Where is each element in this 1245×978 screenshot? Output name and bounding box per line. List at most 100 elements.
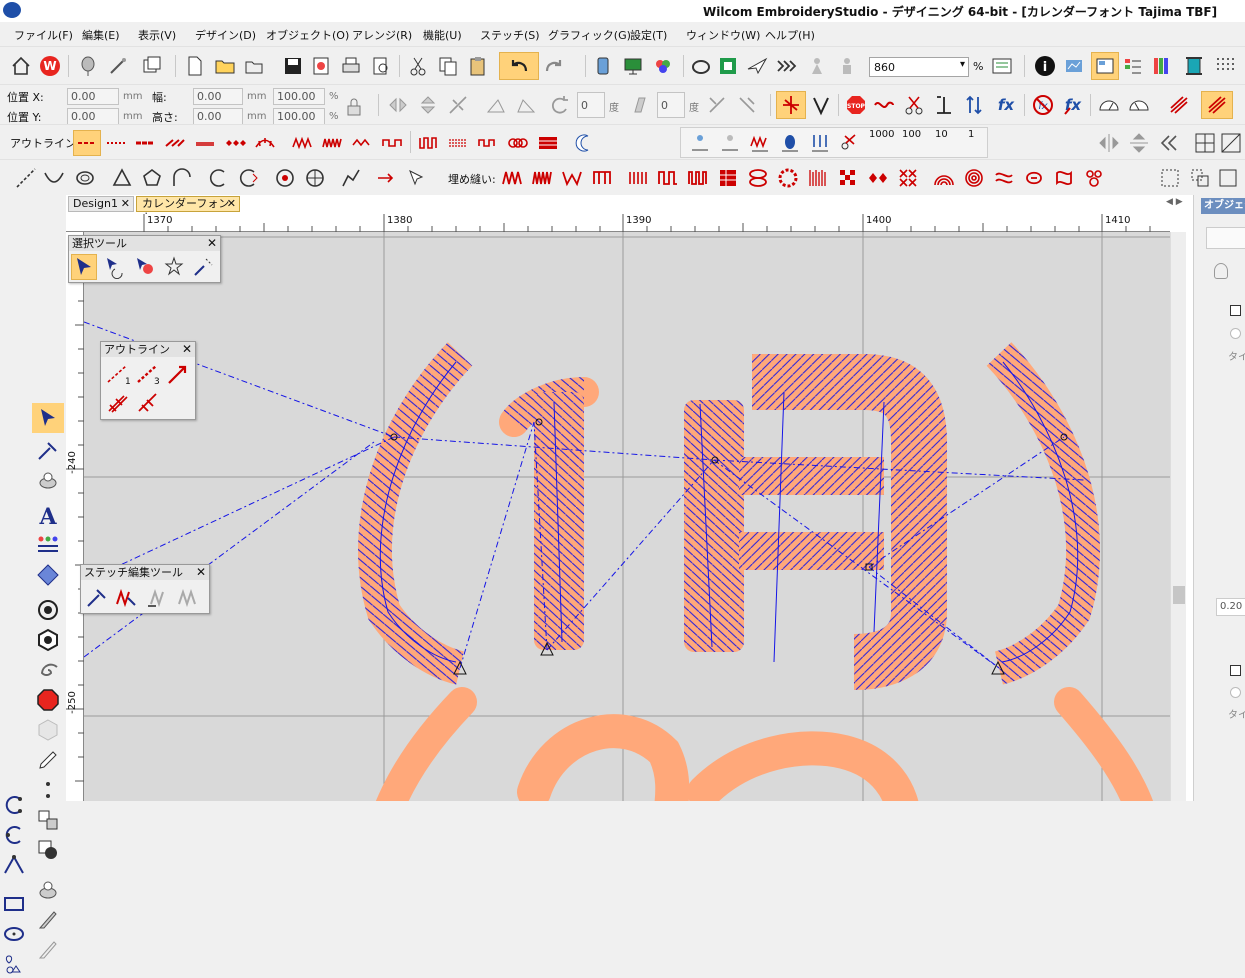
outline-feather-icon[interactable] <box>253 131 277 155</box>
sort-arrows-icon[interactable] <box>962 93 986 117</box>
texture-button[interactable] <box>1201 91 1233 119</box>
fill-wave-icon[interactable] <box>992 166 1016 190</box>
slant-icon[interactable] <box>628 93 652 117</box>
knife-tool[interactable] <box>34 906 62 934</box>
satin-zigzag-icon[interactable] <box>290 131 314 155</box>
star-select-tool[interactable] <box>161 254 187 280</box>
height-percent-field[interactable] <box>273 108 325 125</box>
digitize-line-icon[interactable] <box>14 166 38 190</box>
fill-diamond-icon[interactable] <box>866 166 890 190</box>
column-a-icon[interactable] <box>416 131 440 155</box>
panel-tab-stitch[interactable] <box>1206 227 1245 249</box>
fill-zigzag-dense-icon[interactable] <box>530 166 554 190</box>
fill-x-icon[interactable] <box>896 166 920 190</box>
mirror-v-icon[interactable] <box>416 93 440 117</box>
outline-blanket-tool[interactable] <box>135 390 161 416</box>
menu-item-6[interactable]: 機能(U) <box>423 27 462 43</box>
menu-item-5[interactable]: アレンジ(R) <box>352 27 412 43</box>
digitize-c2-icon[interactable] <box>237 166 261 190</box>
satin-square-icon[interactable] <box>380 131 404 155</box>
stitch-pins-icon[interactable] <box>808 131 832 155</box>
stitch-angle-button[interactable] <box>776 91 806 119</box>
copy-icon[interactable] <box>436 54 460 78</box>
panel-checkbox-2[interactable] <box>1230 665 1241 676</box>
knife-tool-2[interactable] <box>34 936 62 964</box>
overview-button[interactable] <box>1091 52 1119 80</box>
curve-tool-2[interactable] <box>0 821 28 849</box>
column-c-icon[interactable] <box>476 131 500 155</box>
skew2-icon[interactable] <box>514 93 538 117</box>
print-preview-icon[interactable] <box>369 54 393 78</box>
fill-gear-icon[interactable] <box>776 166 800 190</box>
monitor-icon[interactable] <box>621 54 645 78</box>
circle-tool[interactable] <box>34 596 62 624</box>
fill-chain-icon[interactable] <box>746 166 770 190</box>
pen-tool[interactable] <box>34 746 62 774</box>
width-field[interactable] <box>193 88 243 105</box>
stitch-delete-tool[interactable] <box>175 585 201 611</box>
magic-wand-icon[interactable] <box>106 54 130 78</box>
menu-item-0[interactable]: ファイル(F) <box>14 27 73 43</box>
list-icon[interactable] <box>1121 54 1145 78</box>
stitch-person-icon[interactable] <box>688 131 712 155</box>
no-function-icon[interactable]: fx <box>1031 93 1055 117</box>
heart-shapes-tool[interactable] <box>0 950 28 978</box>
ellipse-tool[interactable] <box>0 920 28 948</box>
curve-tool-3[interactable] <box>0 851 28 879</box>
menu-item-10[interactable]: ウィンドウ(W) <box>686 27 760 43</box>
figure-icon[interactable] <box>805 54 829 78</box>
panel-checkbox[interactable] <box>1230 305 1241 316</box>
open-arrow-icon[interactable] <box>243 54 267 78</box>
fill-square-wave-icon[interactable] <box>656 166 680 190</box>
grid-split-icon[interactable] <box>1193 131 1217 155</box>
panel-radio-2[interactable] <box>1230 687 1241 698</box>
properties-icon[interactable] <box>990 54 1014 78</box>
outline-triple-icon[interactable] <box>193 131 217 155</box>
satin-wave-icon[interactable] <box>350 131 374 155</box>
curve-tool-1[interactable] <box>0 791 28 819</box>
close-icon[interactable]: ✕ <box>227 197 236 211</box>
cut-icon[interactable] <box>406 54 430 78</box>
fill-block-icon[interactable] <box>716 166 740 190</box>
thread-tool[interactable] <box>34 467 62 495</box>
tab-calendar-font[interactable]: カレンダーフォント✕ <box>136 196 240 224</box>
color-icon[interactable] <box>651 54 675 78</box>
wilcom-icon[interactable]: W <box>38 54 62 78</box>
fill-hatch-icon[interactable] <box>806 166 830 190</box>
polygon-select-tool[interactable] <box>101 254 127 280</box>
align-middle-icon[interactable] <box>1127 131 1151 155</box>
stitch-bobbin-icon[interactable] <box>778 131 802 155</box>
digitize-select-icon[interactable] <box>405 166 429 190</box>
windows-icon[interactable] <box>140 54 164 78</box>
function-edit-icon[interactable]: fx <box>1061 93 1085 117</box>
panel-radio[interactable] <box>1230 328 1241 339</box>
outline-stem-icon[interactable] <box>163 131 187 155</box>
digitize-curve-icon[interactable] <box>42 166 66 190</box>
stop-icon[interactable]: STOP <box>844 93 868 117</box>
menu-item-2[interactable]: 表示(V) <box>138 27 176 43</box>
outline-single-tool[interactable]: 1 <box>105 361 131 387</box>
fill-spiral-icon[interactable] <box>962 166 986 190</box>
outline-backstitch-icon[interactable] <box>133 131 157 155</box>
close-icon[interactable]: ✕ <box>196 565 206 580</box>
select-frame2-icon[interactable] <box>1188 166 1212 190</box>
hexagon-gray-tool[interactable] <box>34 716 62 744</box>
fill-w-icon[interactable] <box>560 166 584 190</box>
select-object-tool[interactable] <box>71 254 97 280</box>
paste-icon[interactable] <box>466 54 490 78</box>
gauge2-icon[interactable] <box>1127 93 1151 117</box>
select-frame3-icon[interactable] <box>1216 166 1240 190</box>
digitize-triangle-icon[interactable] <box>110 166 134 190</box>
menu-item-3[interactable]: デザイン(D) <box>195 27 256 43</box>
crescent-icon[interactable] <box>572 131 596 155</box>
rotate-angle-field[interactable] <box>577 92 605 118</box>
outline-arrow-tool[interactable] <box>165 361 191 387</box>
fill-arcs-icon[interactable] <box>932 166 956 190</box>
print-icon[interactable] <box>339 54 363 78</box>
redo-icon[interactable] <box>542 54 566 78</box>
align-icon[interactable] <box>932 93 956 117</box>
stitch-zigzag-icon[interactable] <box>748 131 772 155</box>
column-loops-icon[interactable] <box>506 131 530 155</box>
crescent-blue-icon[interactable] <box>1118 166 1142 190</box>
menu-item-4[interactable]: オブジェクト(O) <box>266 27 349 43</box>
